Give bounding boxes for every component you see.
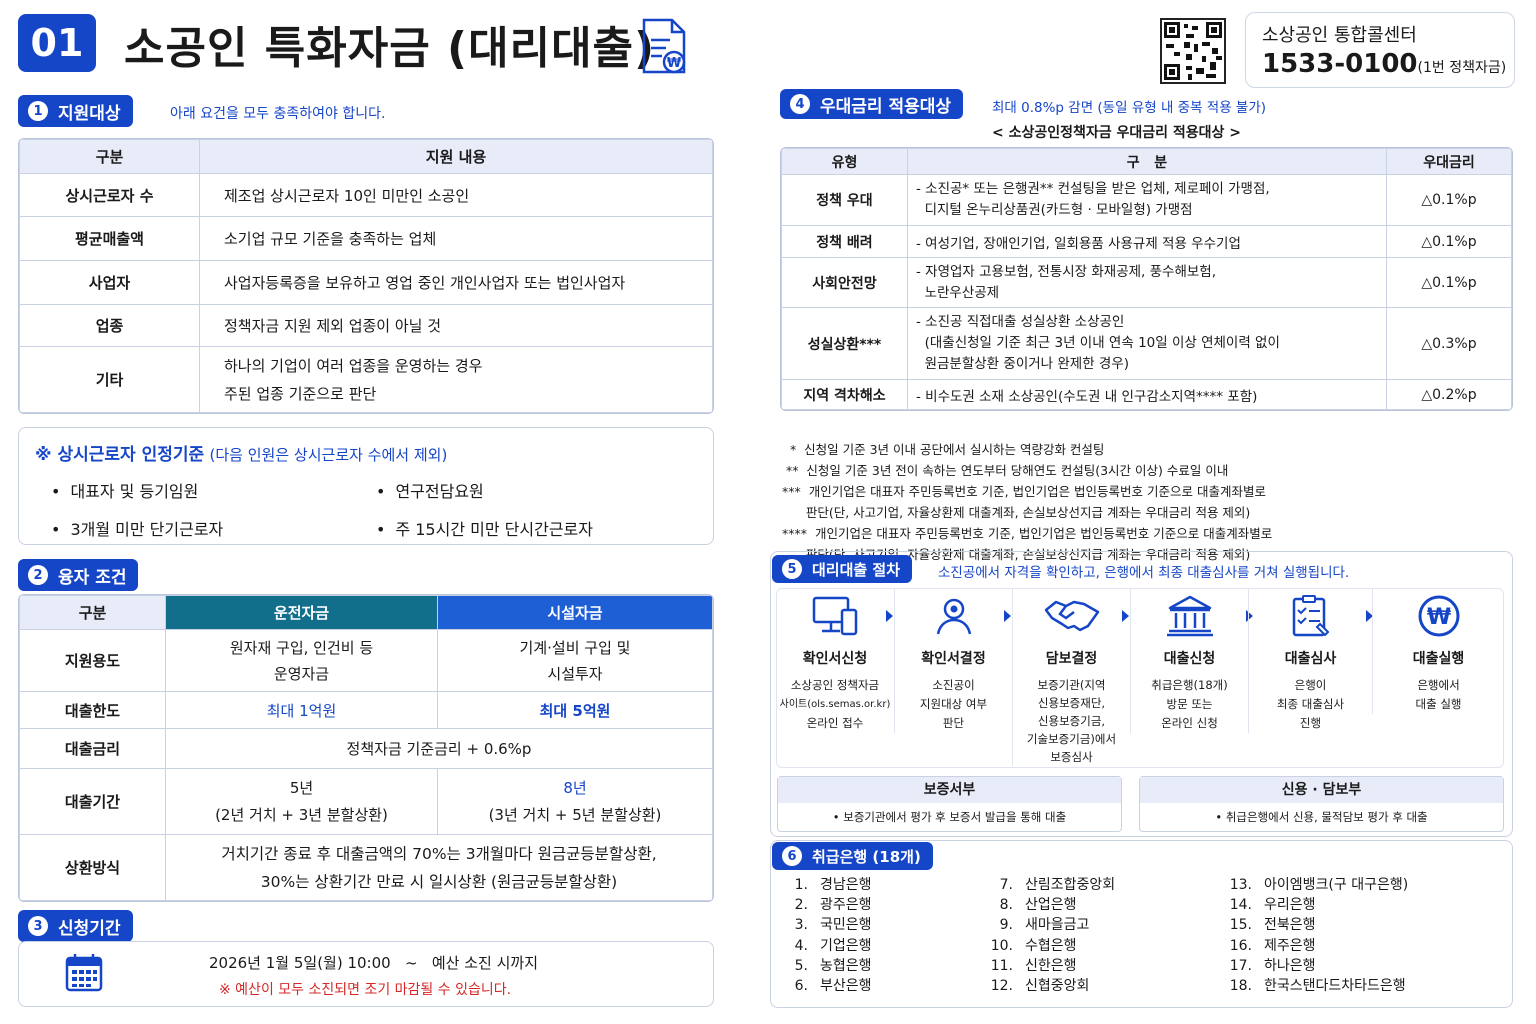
- calendar-icon: [65, 954, 103, 992]
- period-warning: ※ 예산이 모두 소진되면 조기 마감될 수 있습니다.: [219, 982, 512, 998]
- call-center-label: 소상공인 통합콜센터: [1262, 25, 1417, 46]
- person-search-icon: [936, 598, 971, 635]
- criteria-item: 주 15시간 미만 단시간근로자: [376, 516, 676, 540]
- page-title: 소공인 특화자금 (대리대출): [124, 23, 656, 74]
- bank-icon: [1166, 595, 1213, 637]
- guarantee-loan-box: 보증서부 • 보증기관에서 평가 후 보증서 발급을 통해 대출: [777, 776, 1122, 832]
- step-5: 대출심사 은행이 최종 대출심사 진행: [1248, 588, 1372, 733]
- section-5-note: 소진공에서 자격을 확인하고, 은행에서 최종 대출심사를 거쳐 실행됩니다.: [938, 565, 1350, 581]
- page-number-badge: 01: [18, 14, 96, 72]
- document-won-icon: ₩: [642, 18, 686, 74]
- call-center-phone[interactable]: 1533-0100(1번 정책자금): [1262, 49, 1506, 79]
- section-6-badge: 6 취급은행 (18개): [772, 842, 933, 870]
- section-1-badge: 1 지원대상: [18, 95, 133, 127]
- step-3: 담보결정 보증기관(지역 신용보증재단, 신용보증기금, 기술보증기금)에서 보증심사: [1012, 588, 1130, 766]
- period-text: 2026년 1월 5일(월) 10:00 ~ 예산 소진 시까지: [209, 954, 539, 972]
- step-1: 확인서신청 소상공인 정책자금 사이트(ols.semas.or.kr) 온라인 접…: [776, 588, 894, 733]
- step-2: 확인서결정 소진공이 지원대상 여부 판단: [894, 588, 1012, 733]
- computer-icon: [812, 596, 858, 636]
- criteria-item: 연구전담요원: [376, 478, 676, 502]
- bank-list-col-3: 13. 아이엠뱅크(구 대구은행) 14. 우리은행 15. 전북은행 16. 제주은행 17.…: [1229, 877, 1409, 995]
- step-4: 대출신청 취급은행(18개) 방문 또는 온라인 신청: [1130, 588, 1248, 733]
- section-5-badge: 5 대리대출 절차: [772, 555, 913, 583]
- svg-text:₩: ₩: [1426, 605, 1450, 630]
- criteria-box: ※ 상시근로자 인정기준 (다음 인원은 상시근로자 수에서 제외) 대표자 및…: [18, 427, 714, 545]
- qr-code[interactable]: [1160, 18, 1226, 84]
- application-period-box: 2026년 1월 5일(월) 10:00 ~ 예산 소진 시까지 ※ 예산이 모…: [18, 941, 714, 1007]
- preferential-table-title: < 소상공인정책자금 우대금리 적용대상 >: [992, 125, 1242, 141]
- loan-terms-table: 구분 운전자금 시설자금 지원용도 원자재 구입, 인건비 등 운영자금 기계·설비 구입…: [18, 594, 714, 902]
- call-center-box: 소상공인 통합콜센터 1533-0100(1번 정책자금): [1245, 12, 1515, 88]
- handshake-icon: [1044, 600, 1099, 632]
- won-coin-icon: ₩: [1418, 595, 1459, 637]
- bank-list-col-1: 1. 경남은행 2. 광주은행 3. 국민은행 4. 기업은행 5. 농협은행 6. 부산은행: [794, 877, 872, 995]
- bank-list-col-2: 7. 산림조합중앙회 8. 산업은행 9. 새마을금고 10. 수협은행 11. 신한은행 12. 신…: [990, 877, 1116, 995]
- criteria-item: 3개월 미만 단기근로자: [51, 516, 376, 540]
- section-2-badge: 2 융자 조건: [18, 559, 139, 591]
- checklist-icon: [1292, 595, 1329, 637]
- section-4-badge: 4 우대금리 적용대상: [780, 89, 964, 119]
- credit-collateral-loan-box: 신용 · 담보부 • 취급은행에서 신용, 물적담보 평가 후 대출: [1139, 776, 1504, 832]
- section-4-note: 최대 0.8%p 감면 (동일 유형 내 중복 적용 불가): [992, 100, 1267, 116]
- svg-text:₩: ₩: [667, 56, 682, 71]
- section-1-note: 아래 요건을 모두 충족하여야 합니다.: [170, 106, 386, 122]
- preferential-rate-table: 유형 구 분 우대금리 정책 우대 - 소진공* 또는 은행권** 컨설팅을 받은 업…: [780, 147, 1513, 411]
- support-target-table: 구분 지원 내용 상시근로자 수 제조업 상시근로자 10인 미만인 소공인 평균매…: [18, 138, 714, 414]
- procedure-steps: 확인서신청 소상공인 정책자금 사이트(ols.semas.or.kr) 온라인 접…: [776, 588, 1504, 768]
- section-3-badge: 3 신청기간: [18, 910, 133, 942]
- criteria-item: 대표자 및 등기임원: [51, 478, 376, 502]
- step-6: ₩ 대출실행 은행에서 대출 실행: [1372, 588, 1504, 714]
